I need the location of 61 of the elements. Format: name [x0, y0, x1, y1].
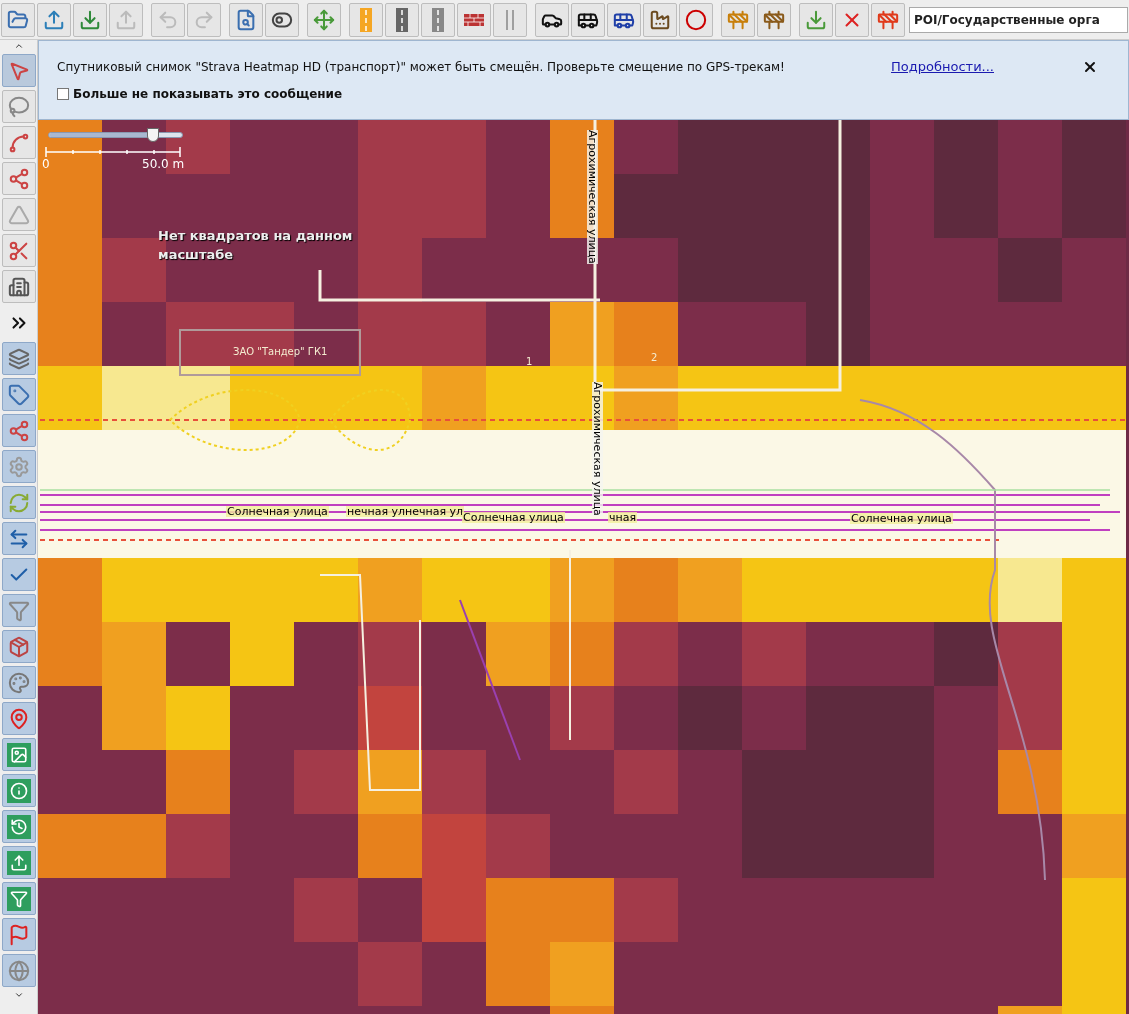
factory-icon	[649, 8, 671, 31]
map-view[interactable]: 0 50.0 m Нет квадратов на данном масштабе ЗАО "Тандер" ГК1 1 2 Агрохимическая улица Агрохимическая улица Солнечная улица нечная улнечная улСолнечная улица чная Солнечная улица	[38, 120, 1129, 1014]
road-icon	[359, 7, 373, 32]
street-label: Солнечная улица	[850, 513, 953, 524]
layers-icon	[7, 347, 30, 370]
street-label: Агрохимическая улица	[587, 130, 598, 264]
image-icon	[6, 742, 31, 767]
upload-icon	[115, 8, 137, 31]
street-label: Агрохимическая улица	[592, 382, 603, 516]
triangle-icon	[7, 203, 30, 226]
street-label: нечная улнечная ул	[346, 506, 465, 517]
road-icon	[395, 7, 409, 32]
street-label: Солнечная улица	[462, 512, 565, 523]
no-tiles-message: Нет квадратов на данном масштабе	[158, 227, 354, 264]
sync-icon	[7, 491, 30, 514]
funnel-icon	[6, 886, 31, 911]
scale-label: 0	[42, 158, 50, 170]
globe-icon	[7, 959, 30, 982]
street-label: чная	[608, 512, 638, 523]
draw-line-icon	[7, 131, 30, 154]
building-label: 1	[526, 357, 533, 367]
opacity-slider[interactable]	[48, 128, 183, 142]
nodes-icon	[7, 419, 30, 442]
palette-icon	[7, 671, 30, 694]
move-icon	[313, 8, 335, 31]
close-icon[interactable]	[1082, 59, 1098, 75]
building-label: ЗАО "Тандер" ГК1	[233, 347, 328, 357]
building-label: 2	[651, 353, 658, 363]
scale-label: 50.0 m	[142, 158, 185, 170]
checkbox[interactable]	[57, 87, 69, 100]
nodes-icon	[7, 167, 30, 190]
scroll-up-icon[interactable]	[13, 41, 24, 51]
folder-icon	[7, 8, 29, 31]
toolbar-button[interactable]	[643, 2, 677, 37]
gear-icon	[7, 455, 30, 478]
download-icon	[805, 8, 827, 31]
history-icon	[6, 814, 31, 839]
info-icon	[6, 778, 31, 803]
search-icon	[235, 8, 257, 31]
toolbar-button[interactable]	[571, 2, 605, 37]
upload-icon	[43, 8, 65, 31]
building-icon	[7, 275, 30, 298]
upload-icon	[6, 850, 31, 875]
package-icon	[7, 635, 30, 658]
tool-button[interactable]	[1, 270, 36, 303]
checkbox-label: Больше не показывать это сообщение	[73, 85, 343, 103]
road-icon	[431, 7, 445, 32]
toolbar-button[interactable]	[265, 2, 299, 37]
scale-bar-icon	[45, 147, 181, 157]
details-link[interactable]: Подробности...	[891, 57, 994, 77]
download-icon	[79, 8, 101, 31]
lasso-icon	[7, 95, 30, 118]
scroll-down-icon[interactable]	[13, 990, 24, 1000]
notification-message: Спутниковый снимок "Strava Heatmap HD (транспорт)" может быть смещён. Проверьте смещение по GPS-трекам!	[57, 59, 785, 76]
street-label: Солнечная улица	[226, 506, 329, 517]
funnel-icon	[7, 599, 30, 622]
toolbar-button[interactable]	[535, 2, 569, 37]
split-icon	[7, 239, 30, 262]
preset-search-field[interactable]: POI/Государственные орга	[909, 6, 1128, 33]
toolbar-button[interactable]	[607, 2, 641, 37]
tag-icon	[7, 383, 30, 406]
